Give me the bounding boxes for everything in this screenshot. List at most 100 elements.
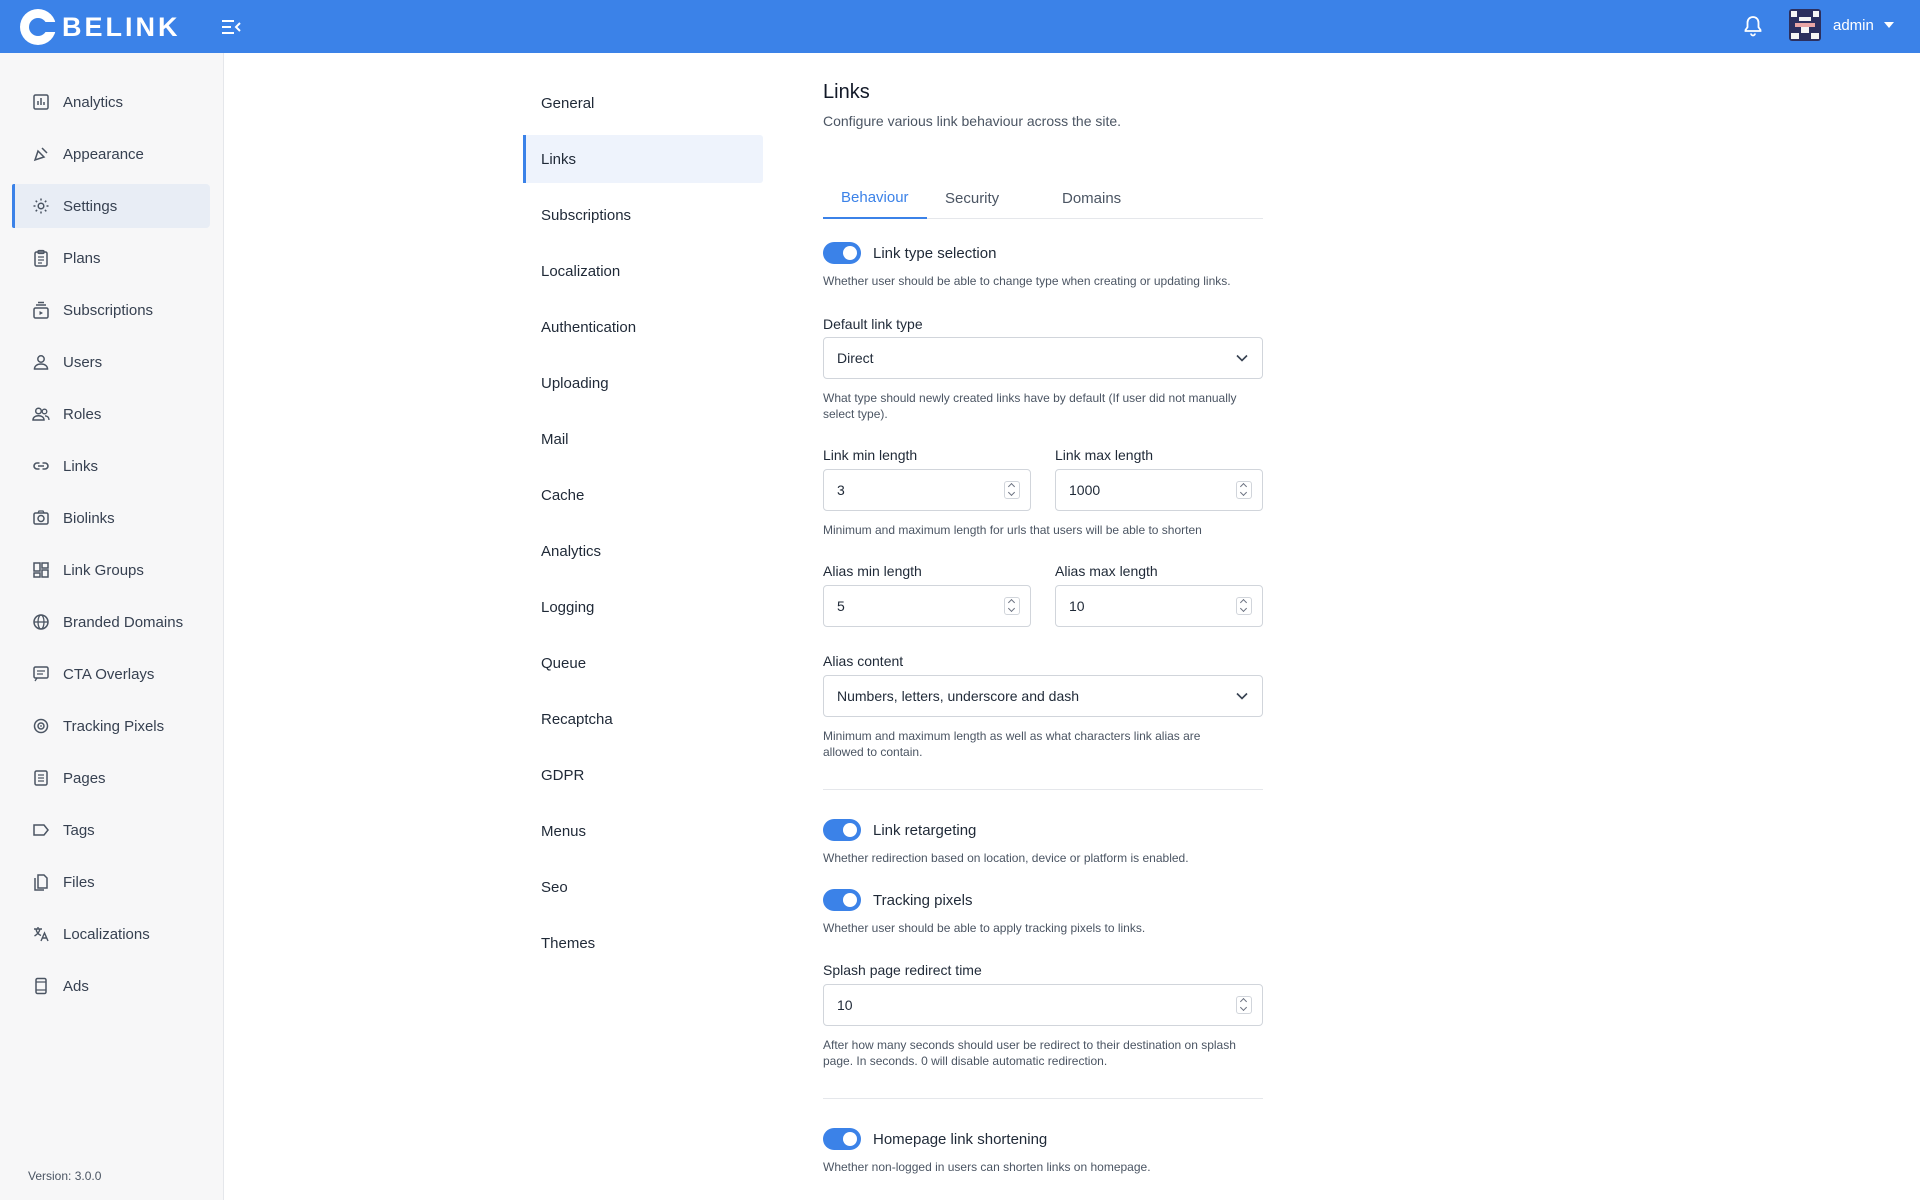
settings-nav-logging[interactable]: Logging	[523, 583, 763, 631]
sidebar-item-plans[interactable]: Plans	[12, 236, 210, 280]
translate-icon	[34, 927, 49, 942]
overlay-icon	[33, 666, 49, 682]
settings-nav-analytics[interactable]: Analytics	[523, 527, 763, 575]
sidebar-item-settings[interactable]: Settings	[12, 184, 210, 228]
sidebar-item-label: Link Groups	[63, 561, 144, 579]
settings-nav-gdpr[interactable]: GDPR	[523, 751, 763, 799]
default-link-type-select[interactable]: Direct	[823, 337, 1263, 379]
avatar	[1789, 9, 1821, 41]
sidebar-item-label: Tags	[63, 821, 95, 839]
chevron-down-icon	[1236, 692, 1248, 700]
link-max-length-value: 1000	[1069, 482, 1101, 498]
alias-min-length-input[interactable]: 5	[823, 585, 1031, 627]
sidebar-item-appearance[interactable]: Appearance	[12, 132, 210, 176]
sidebar-item-label: Subscriptions	[63, 301, 154, 319]
sidebar-item-label: Roles	[63, 405, 102, 423]
settings-nav-subscriptions[interactable]: Subscriptions	[523, 191, 763, 239]
tracking-pixels-toggle[interactable]	[823, 889, 861, 911]
sidebar-item-tags[interactable]: Tags	[12, 808, 210, 852]
sidebar-item-cta-overlays[interactable]: CTA Overlays	[12, 652, 210, 696]
settings-nav-links[interactable]: Links	[523, 135, 763, 183]
splash-redirect-input[interactable]: 10	[823, 984, 1263, 1026]
alias-content-hint: Minimum and maximum length as well as wh…	[823, 729, 1201, 759]
sidebar-item-branded-domains[interactable]: Branded Domains	[12, 600, 210, 644]
page-subtitle: Configure various link behaviour across …	[823, 113, 1122, 129]
link-type-selection-toggle[interactable]	[823, 242, 861, 264]
link-min-length-value: 3	[837, 482, 845, 498]
link-length-hint: Minimum and maximum length for urls that…	[823, 523, 1202, 537]
alias-content-select[interactable]: Numbers, letters, underscore and dash	[823, 675, 1263, 717]
number-stepper[interactable]	[1004, 597, 1020, 615]
sidebar-item-users[interactable]: Users	[12, 340, 210, 384]
link-max-length-input[interactable]: 1000	[1055, 469, 1263, 511]
sidebar-item-pages[interactable]: Pages	[12, 756, 210, 800]
sidebar-item-links[interactable]: Links	[12, 444, 210, 488]
link-icon	[33, 462, 49, 470]
sidebar-item-label: Tracking Pixels	[63, 717, 165, 735]
settings-nav-menus[interactable]: Menus	[523, 807, 763, 855]
alias-max-length-input[interactable]: 10	[1055, 585, 1263, 627]
bell-icon[interactable]	[1743, 15, 1765, 39]
sidebar-item-ads[interactable]: Ads	[12, 964, 210, 1008]
settings-nav-localization[interactable]: Localization	[523, 247, 763, 295]
alias-content-value: Numbers, letters, underscore and dash	[837, 688, 1080, 704]
settings-nav-mail[interactable]: Mail	[523, 415, 763, 463]
settings-nav-recaptcha[interactable]: Recaptcha	[523, 695, 763, 743]
biolinks-icon	[33, 510, 49, 525]
section-divider	[823, 789, 1263, 790]
number-stepper[interactable]	[1236, 597, 1252, 615]
logo-icon	[20, 9, 58, 45]
settings-nav-seo[interactable]: Seo	[523, 863, 763, 911]
globe-icon	[33, 614, 49, 630]
alias-max-length-value: 10	[1069, 598, 1085, 614]
sidebar-item-roles[interactable]: Roles	[12, 392, 210, 436]
settings-nav-cache[interactable]: Cache	[523, 471, 763, 519]
sidebar-item-label: Pages	[63, 769, 106, 787]
tracking-pixels-hint: Whether user should be able to apply tra…	[823, 921, 1146, 935]
people-icon	[32, 407, 50, 421]
settings-nav-themes[interactable]: Themes	[523, 919, 763, 967]
sidebar-item-biolinks[interactable]: Biolinks	[12, 496, 210, 540]
subscriptions-icon	[33, 301, 49, 319]
default-link-type-label: Default link type	[823, 316, 923, 332]
link-retargeting-toggle[interactable]	[823, 819, 861, 841]
chevron-down-icon	[1883, 22, 1894, 28]
link-max-length-label: Link max length	[1055, 447, 1154, 463]
sidebar-item-subscriptions[interactable]: Subscriptions	[12, 288, 210, 332]
brand-logo[interactable]: BELINK	[20, 9, 181, 45]
homepage-shortening-hint: Whether non-logged in users can shorten …	[823, 1160, 1151, 1174]
number-stepper[interactable]	[1236, 481, 1252, 499]
homepage-shortening-toggle[interactable]	[823, 1128, 861, 1150]
link-min-length-label: Link min length	[823, 447, 918, 463]
chevron-down-icon	[1236, 354, 1248, 362]
link-min-length-input[interactable]: 3	[823, 469, 1031, 511]
link-type-selection-hint: Whether user should be able to change ty…	[823, 274, 1231, 288]
brand-name: BELINK	[62, 11, 181, 42]
number-stepper[interactable]	[1004, 481, 1020, 499]
user-icon	[33, 355, 49, 370]
sidebar-item-label: Settings	[63, 197, 118, 215]
alias-content-label: Alias content	[823, 653, 904, 669]
tab-bar: Behaviour Security Domains	[823, 177, 1263, 219]
sidebar-item-files[interactable]: Files	[12, 860, 210, 904]
sidebar-item-tracking-pixels[interactable]: Tracking Pixels	[12, 704, 210, 748]
settings-nav-uploading[interactable]: Uploading	[523, 359, 763, 407]
number-stepper[interactable]	[1236, 996, 1252, 1014]
sidebar-item-label: Branded Domains	[63, 613, 184, 631]
tab-security[interactable]: Security	[927, 177, 1017, 219]
sidebar-item-link-groups[interactable]: Link Groups	[12, 548, 210, 592]
tab-domains[interactable]: Domains	[1044, 177, 1139, 219]
settings-nav-general[interactable]: General	[523, 79, 763, 127]
pages-icon	[34, 770, 48, 786]
sidebar-item-label: Analytics	[63, 93, 124, 111]
page-title: Links	[823, 81, 870, 103]
menu-toggle-icon[interactable]	[220, 16, 242, 38]
settings-nav-authentication[interactable]: Authentication	[523, 303, 763, 351]
user-menu[interactable]: admin	[1789, 9, 1894, 41]
sidebar-item-localizations[interactable]: Localizations	[12, 912, 210, 956]
settings-nav-queue[interactable]: Queue	[523, 639, 763, 687]
sidebar-item-label: Plans	[63, 249, 101, 267]
sidebar-item-analytics[interactable]: Analytics	[12, 80, 210, 124]
link-type-selection-label: Link type selection	[873, 245, 997, 262]
tab-behaviour[interactable]: Behaviour	[823, 177, 927, 219]
